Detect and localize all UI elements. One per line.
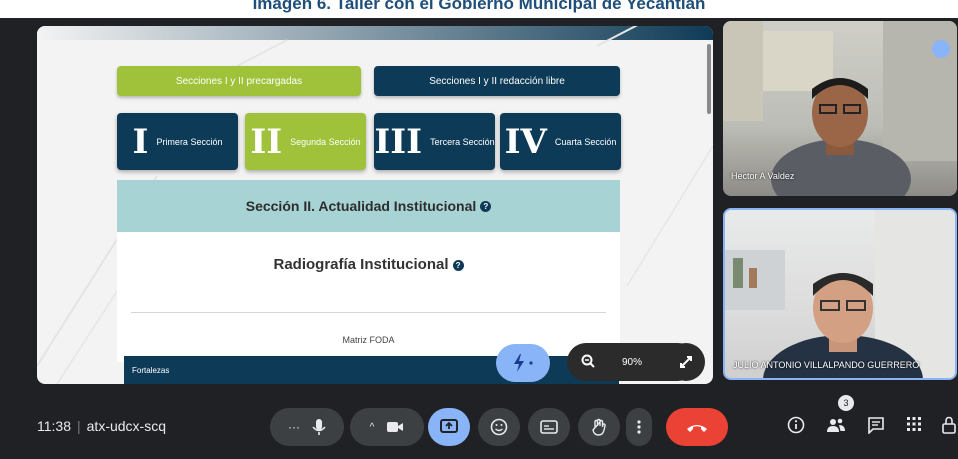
apps-grid-icon	[907, 417, 921, 431]
lightning-icon	[514, 354, 533, 372]
matrix-title: Matriz FODA	[342, 335, 395, 345]
raise-hand-button[interactable]	[578, 408, 620, 446]
reactions-button[interactable]	[478, 408, 520, 446]
section-header: Sección II. Actualidad Institucional ?	[117, 180, 620, 232]
meeting-info: 11:38 | atx-udcx-scq	[37, 418, 166, 434]
captions-icon	[540, 420, 558, 434]
participant-tile[interactable]: Hector A Valdez	[723, 21, 957, 196]
captions-button[interactable]	[528, 408, 570, 446]
participant-name: JULIO ANTONIO VILLALPANDO GUERRERO	[733, 360, 920, 370]
expand-icon	[680, 356, 692, 368]
section-label: Tercera Sección	[430, 136, 495, 147]
participant-tile[interactable]: JULIO ANTONIO VILLALPANDO GUERRERO	[723, 208, 957, 380]
chat-button[interactable]	[865, 416, 887, 438]
host-controls-button[interactable]	[938, 416, 958, 438]
more-options-button[interactable]	[626, 408, 652, 446]
participant-count-badge: 3	[838, 395, 854, 411]
people-icon	[827, 418, 845, 432]
section-header-text: Sección II. Actualidad Institucional	[245, 198, 477, 214]
info-icon[interactable]: ?	[480, 200, 492, 212]
meeting-details-button[interactable]	[785, 416, 807, 438]
activities-button[interactable]	[903, 416, 925, 436]
emoji-icon	[490, 418, 508, 436]
panel-title: Radiografía Institucional?	[117, 256, 620, 273]
microphone-control[interactable]: ···	[270, 408, 344, 446]
divider	[131, 312, 606, 313]
section-button-2[interactable]: II Segunda Sección	[245, 113, 366, 170]
speaking-indicator-icon	[932, 40, 950, 58]
fullscreen-button[interactable]	[667, 343, 705, 381]
info-icon	[787, 416, 805, 434]
quick-actions-button[interactable]	[496, 344, 550, 382]
section-button-4[interactable]: IV Cuarta Sección	[500, 113, 621, 170]
chevron-up-icon[interactable]: ^	[370, 422, 375, 433]
shared-screen-header	[37, 26, 713, 40]
present-button[interactable]	[428, 408, 470, 446]
hang-up-icon	[687, 425, 707, 432]
content-panel: Radiografía Institucional? Matriz FODA	[117, 232, 620, 362]
section-label: Primera Sección	[156, 136, 223, 147]
meeting-code: atx-udcx-scq	[86, 418, 166, 434]
meeting-time: 11:38	[37, 418, 71, 434]
meeting-toolbar: 11:38 | atx-udcx-scq ··· ^ 3	[0, 395, 958, 459]
section-label: Cuarta Sección	[554, 136, 617, 147]
present-icon	[440, 419, 458, 433]
section-numeral: II	[250, 121, 283, 162]
leave-call-button[interactable]	[666, 408, 728, 446]
tab-free-writing-sections[interactable]: Secciones I y II redacción libre	[374, 66, 620, 96]
section-numeral: III	[374, 121, 423, 162]
tab-preloaded-sections[interactable]: Secciones I y II precargadas	[117, 66, 361, 96]
hand-icon	[592, 418, 606, 436]
figure-caption: Imagen 6. Taller con el Gobierno Municip…	[252, 0, 706, 13]
scrollbar[interactable]	[707, 44, 711, 114]
participant-video	[725, 210, 955, 378]
camera-control[interactable]: ^	[350, 408, 424, 446]
people-button[interactable]	[825, 416, 847, 438]
section-numeral: IV	[504, 121, 547, 162]
participant-video	[723, 21, 957, 196]
meet-window: Secciones I y II precargadas Secciones I…	[0, 18, 958, 459]
more-options-icon[interactable]: ···	[288, 420, 300, 434]
section-button-1[interactable]: I Primera Sección	[117, 113, 238, 170]
microphone-icon	[312, 419, 326, 435]
section-numeral: I	[132, 121, 149, 162]
lock-icon	[942, 416, 956, 434]
zoom-out-icon[interactable]	[581, 354, 595, 371]
panel-title-text: Radiografía Institucional	[273, 256, 449, 273]
camera-icon	[387, 422, 404, 432]
info-icon[interactable]: ?	[452, 259, 464, 271]
zoom-level: 90%	[621, 356, 642, 368]
section-button-3[interactable]: III Tercera Sección	[374, 113, 495, 170]
chat-icon	[868, 417, 884, 435]
shared-screen: Secciones I y II precargadas Secciones I…	[37, 26, 713, 384]
participant-name: Hector A Valdez	[731, 171, 795, 181]
kebab-menu-icon	[637, 420, 641, 434]
section-label: Segunda Sección	[290, 136, 361, 147]
separator: |	[77, 418, 81, 434]
